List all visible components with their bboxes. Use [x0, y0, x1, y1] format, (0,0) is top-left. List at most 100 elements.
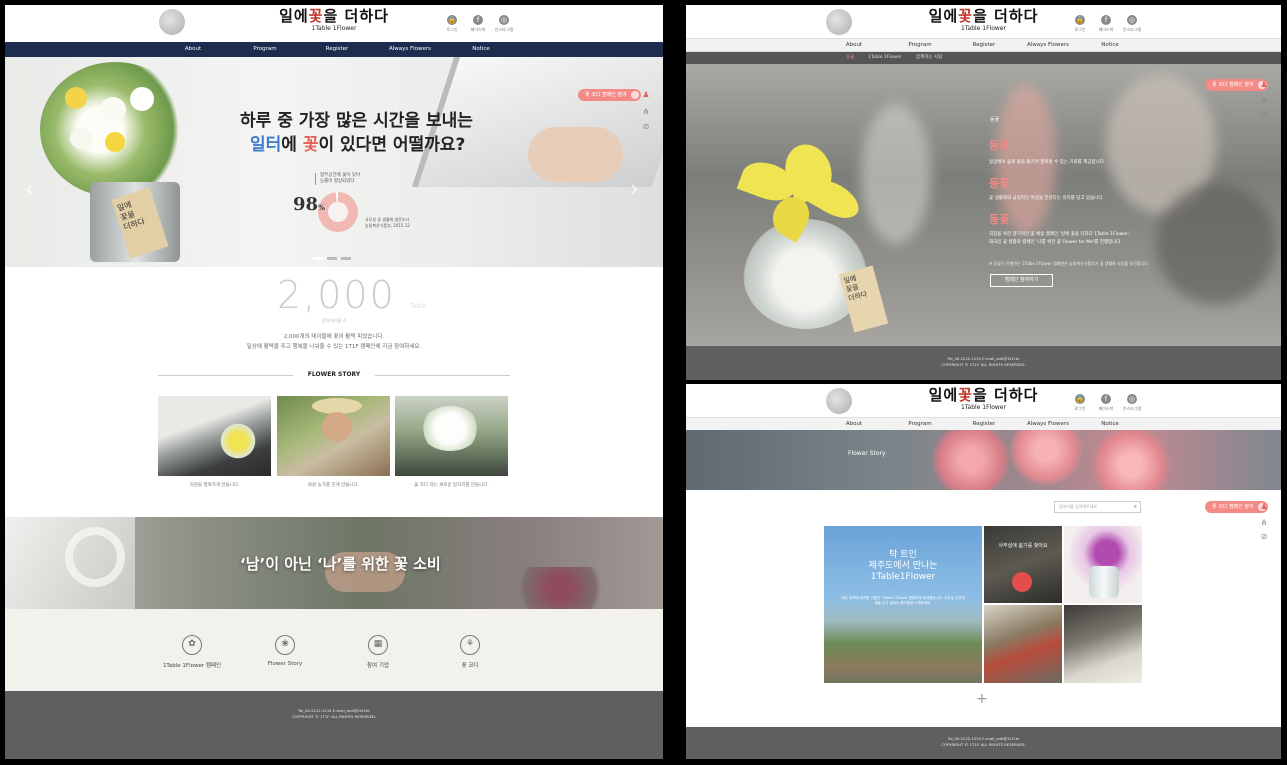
- main-nav: About Program Register Always Flowers No…: [5, 42, 663, 57]
- instagram-icon: ◎: [1127, 394, 1137, 404]
- quick-flower-story[interactable]: ❀ Flower Story: [245, 635, 325, 667]
- share-icon[interactable]: ⋔: [1259, 518, 1269, 528]
- instagram-icon: ◎: [1127, 15, 1137, 25]
- footer: Tel_00.2222.1234 E-mail_rodl@1t1f.kr COP…: [5, 691, 663, 759]
- nav-notice[interactable]: Notice: [1101, 39, 1119, 51]
- hero-headline-2: 일터에 꽃이 있다면 어떨까요?: [250, 135, 466, 155]
- emblem-logo[interactable]: [826, 9, 852, 35]
- load-more-button[interactable]: +: [976, 691, 988, 707]
- about-text-3a: 직장을 위한 정기적인 꽃 배송 캠페인 '일에 꽃을 더하다 1Table 1…: [989, 232, 1131, 237]
- story-caption: 직원을 행복하게 만듭니다.: [189, 483, 240, 488]
- quick-companies[interactable]: ▦ 참여 기업: [338, 635, 418, 669]
- slider-dot[interactable]: [341, 257, 351, 260]
- slider-dot[interactable]: [313, 257, 323, 260]
- flower-story-icon: ❀: [275, 635, 295, 655]
- nav-about[interactable]: About: [185, 42, 201, 57]
- banner-text: ‘남’이 아닌 ‘나’를 위한 꽃 소비: [240, 555, 441, 573]
- facebook-link[interactable]: f 페이스북: [1097, 394, 1115, 412]
- brand-logo[interactable]: 일에꽃을 더하다 1Table 1Flower: [279, 8, 389, 33]
- stat-source: 사무실 꽃 생활화 설문조사 농림축산식품부, 2015.12: [365, 217, 410, 228]
- header-icons: 🔒 로그인 f 페이스북 ◎ 인스타그램: [1071, 394, 1141, 412]
- story-card-orchid[interactable]: [1064, 526, 1142, 603]
- facebook-link[interactable]: f 페이스북: [469, 15, 487, 33]
- hero-slider: 일에 꽃을 더하다 하루 중 가장 많은 시간을 보내는 일터에 꽃이 있다면 어떨…: [5, 57, 663, 267]
- login-link[interactable]: 🔒 로그인: [1071, 394, 1089, 412]
- facebook-link[interactable]: f 페이스북: [1097, 15, 1115, 33]
- footer: Tel_00.2222.1234 E-mail_rodl@1t1f.kr COP…: [686, 346, 1281, 380]
- story-thumb-farmer[interactable]: [277, 396, 390, 476]
- nav-program[interactable]: Program: [908, 39, 931, 51]
- slider-dot[interactable]: [327, 257, 337, 260]
- hero-headline: 하루 중 가장 많은 시간을 보내는: [240, 111, 473, 131]
- header: 일에꽃을 더하다 1Table 1Flower 🔒 로그인 f 페이스북 ◎ 인스타그…: [686, 5, 1281, 38]
- campaign-join-button[interactable]: 캠페인 참여하기: [990, 274, 1053, 287]
- instagram-link[interactable]: ◎ 인스타그램: [495, 15, 513, 33]
- about-page: 일에꽃을 더하다 1Table 1Flower 🔒 로그인 f 페이스북 ◎ 인스타그…: [686, 5, 1281, 380]
- subnav-item[interactable]: 함께하는 사람: [916, 52, 942, 64]
- nav-register[interactable]: Register: [973, 418, 996, 430]
- lock-icon: 🔒: [1075, 15, 1085, 25]
- subnav-item[interactable]: 동꽃: [846, 52, 854, 64]
- story-card-jeju[interactable]: 탁 트인 제주도에서 만나는 1Table1Flower 제주 지역에 위치한 …: [824, 526, 982, 683]
- nav-program[interactable]: Program: [908, 418, 931, 430]
- campaign-desc-1: 2,000개의 테이블에 꽃이 활짝 피었습니다.: [283, 334, 385, 340]
- nav-always-flowers[interactable]: Always Flowers: [1027, 418, 1069, 430]
- about-text-2: 꽃 생활화와 긍정적인 마음을 전한다는 의미를 담고 있습니다.: [989, 196, 1104, 201]
- nav-program[interactable]: Program: [253, 42, 276, 57]
- story-card-office[interactable]: 사무실에 봄기를 찾아요: [984, 526, 1062, 603]
- link-icon[interactable]: ⊘: [1259, 110, 1269, 120]
- search-icon[interactable]: ⌕: [1134, 502, 1137, 512]
- about-heading-3: 동꽃: [989, 213, 1010, 226]
- lock-icon: 🔒: [1075, 394, 1085, 404]
- table-count: 2,000 Table: [277, 273, 426, 317]
- share-icon[interactable]: ⋔: [1259, 96, 1269, 106]
- instagram-link[interactable]: ◎ 인스타그램: [1123, 15, 1141, 33]
- table-count-label: 참여 테이블 수: [321, 318, 347, 323]
- next-arrow-icon[interactable]: ›: [630, 177, 639, 202]
- nav-about[interactable]: About: [846, 418, 862, 430]
- nav-notice[interactable]: Notice: [1101, 418, 1119, 430]
- login-link[interactable]: 🔒 로그인: [443, 15, 461, 33]
- user-icon[interactable]: ♟: [1259, 80, 1269, 90]
- nav-register[interactable]: Register: [973, 39, 996, 51]
- user-icon[interactable]: ♟: [641, 90, 651, 100]
- flower-story-hero: [686, 430, 1281, 490]
- emblem-logo[interactable]: [159, 9, 185, 35]
- lock-icon: 🔒: [447, 15, 457, 25]
- story-thumb-office[interactable]: [158, 396, 271, 476]
- nav-register[interactable]: Register: [326, 42, 349, 57]
- story-card-cafe[interactable]: [984, 605, 1062, 683]
- link-icon[interactable]: ⊘: [641, 122, 651, 132]
- nav-notice[interactable]: Notice: [472, 42, 490, 57]
- user-icon[interactable]: ♟: [1259, 502, 1269, 512]
- emblem-logo[interactable]: [826, 388, 852, 414]
- search-input[interactable]: 검색어를 입력해주세요 ⌕: [1054, 501, 1141, 513]
- brand-logo[interactable]: 일에꽃을 더하다 1Table 1Flower: [929, 387, 1039, 412]
- header: 일에꽃을 더하다 1Table 1Flower 🔒 로그인 f 페이스북 ◎ 인스타그…: [5, 5, 663, 42]
- campaign-desc-2: 일상에 활력을 주고 행복을 나눠줄 수 있는 1T1F 캠페인에 지금 참여하…: [246, 344, 422, 350]
- nav-always-flowers[interactable]: Always Flowers: [389, 42, 431, 57]
- footer: Tel_00.2222.1234 E-mail_rodl@1t1f.kr COP…: [686, 727, 1281, 759]
- facebook-icon: f: [1101, 15, 1111, 25]
- quick-campaign[interactable]: ✿ 1Table 1Flower 캠페인: [152, 635, 232, 669]
- slider-dots: [313, 257, 351, 260]
- prev-arrow-icon[interactable]: ‹: [25, 177, 34, 202]
- nav-always-flowers[interactable]: Always Flowers: [1027, 39, 1069, 51]
- quick-flower-coordi[interactable]: ⚘ 꽃 코디: [430, 635, 510, 669]
- stat-value: 98%: [293, 194, 325, 215]
- share-icon[interactable]: ⋔: [641, 107, 651, 117]
- bouquet-icon: ✿: [182, 635, 202, 655]
- flower-story-page: 일에꽃을 더하다 1Table 1Flower 🔒 로그인 f 페이스북 ◎ 인스타그…: [686, 384, 1281, 759]
- subnav-item[interactable]: 1Table 1Flower: [868, 52, 902, 64]
- about-label: 동꽃: [990, 117, 1000, 123]
- story-thumb-florist[interactable]: [395, 396, 508, 476]
- story-card-desk[interactable]: [1064, 605, 1142, 683]
- login-link[interactable]: 🔒 로그인: [1071, 15, 1089, 33]
- instagram-link[interactable]: ◎ 인스타그램: [1123, 394, 1141, 412]
- brand-logo[interactable]: 일에꽃을 더하다 1Table 1Flower: [929, 8, 1039, 33]
- link-icon[interactable]: ⊘: [1259, 532, 1269, 542]
- nav-about[interactable]: About: [846, 39, 862, 51]
- campaign-join-button[interactable]: 꽃 코디 캠페인 참여: [578, 89, 641, 101]
- home-page: 일에꽃을 더하다 1Table 1Flower 🔒 로그인 f 페이스북 ◎ 인스타그…: [5, 5, 663, 759]
- facebook-icon: f: [1101, 394, 1111, 404]
